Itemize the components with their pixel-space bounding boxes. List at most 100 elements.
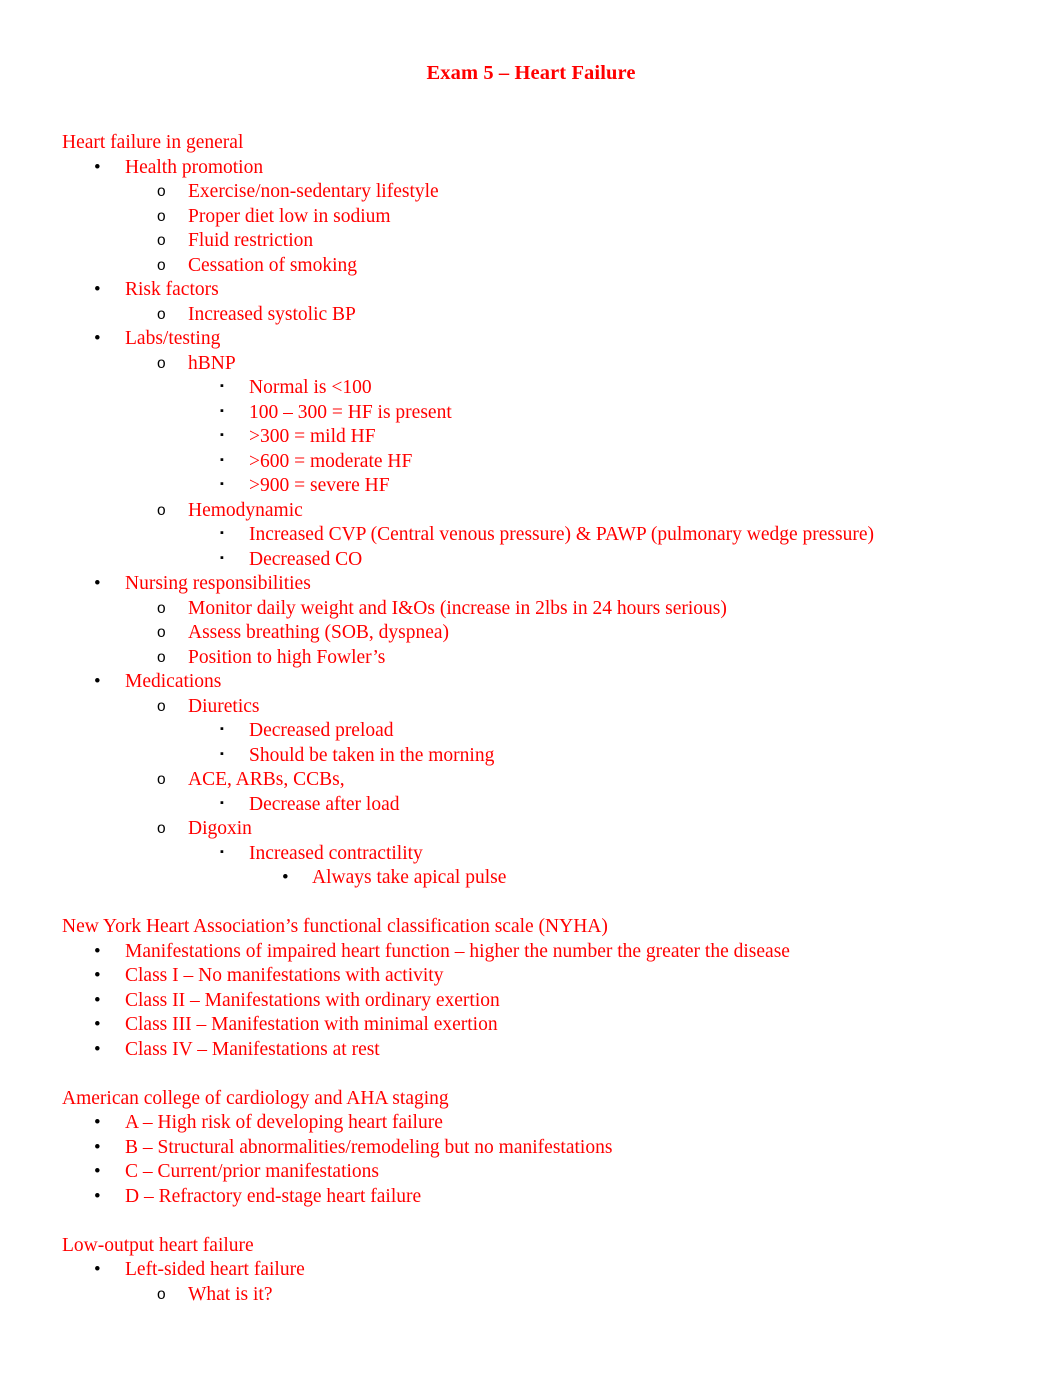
list-bullet-icon: o [157,771,166,788]
list-item-label: C – Current/prior manifestations [125,1161,379,1182]
list-item: o Fluid restriction [0,229,1062,254]
list-bullet-icon: o [157,501,166,519]
list-item: o Digoxin [0,817,1062,842]
list-item: • Health promotion [0,156,1062,181]
list-item: o hBNP [0,352,1062,377]
list-item-label: A – High risk of developing heart failur… [125,1112,443,1133]
list-bullet-icon: o [157,183,166,200]
list-item: o Increased systolic BP [0,303,1062,328]
list-item-label: hBNP [188,352,236,374]
list-item: ▪ Decreased CO [0,548,1062,573]
list-item-label: Medications [125,671,222,692]
list-bullet-icon: • [94,1038,101,1060]
list-item-label: Hemodynamic [188,499,303,521]
list-item-label: B – Structural abnormalities/remodeling … [125,1136,613,1158]
list-bullet-icon: ▪ [220,453,224,466]
list-item: • A – High risk of developing heart failu… [0,1111,1062,1136]
list-bullet-icon: ▪ [220,478,224,490]
list-item: ▪ 100 – 300 = HF is present [0,401,1062,426]
list-item: o Position to high Fowler’s [0,646,1062,671]
list-bullet-icon: • [94,1161,101,1182]
section-heading: New York Heart Association’s functional … [62,916,608,937]
list-bullet-icon: o [157,624,166,641]
list-item-label: Proper diet low in sodium [188,205,391,227]
list-bullet-icon: • [94,573,101,594]
list-item-label: Position to high Fowler’s [188,646,386,668]
list-item-label: Decrease after load [249,793,400,815]
list-bullet-icon: • [94,989,101,1011]
document-page: Exam 5 – Heart Failure Heart failure in … [0,0,1062,1377]
list-item: • Left-sided heart failure [0,1258,1062,1283]
list-item-label: Health promotion [125,156,264,178]
document-body: Heart failure in general • Health promotio… [0,131,1062,1307]
list-item: ▪ Decrease after load [0,793,1062,818]
list-item: ▪ >300 = mild HF [0,425,1062,450]
list-item-label: Increased contractility [249,842,423,864]
list-item: ▪ Increased contractility [0,842,1062,867]
list-item-label: Diuretics [188,695,260,717]
list-bullet-icon: o [157,207,166,225]
list-bullet-icon: • [94,1136,101,1158]
list-item-label: Assess breathing (SOB, dyspnea) [188,622,450,643]
list-item-label: >600 = moderate HF [249,450,413,472]
section-heading: Heart failure in general [62,132,244,153]
list-item: o Exercise/non-sedentary lifestyle [0,180,1062,205]
list-item-label: ACE, ARBs, CCBs, [188,769,345,790]
list-bullet-icon: o [157,305,166,323]
list-item-label: Should be taken in the morning [249,744,495,766]
list-item-label: Always take apical pulse [312,867,507,888]
list-item-label: Manifestations of impaired heart functio… [125,940,790,962]
list-item: • Medications [0,670,1062,695]
list-item: o ACE, ARBs, CCBs, [0,768,1062,793]
list-item-label: Decreased preload [249,720,394,741]
section-heading: American college of cardiology and AHA s… [62,1087,449,1109]
list-bullet-icon: ▪ [220,527,224,539]
list-item: • Risk factors [0,278,1062,303]
page-title: Exam 5 – Heart Failure [426,62,636,84]
list-item: o Monitor daily weight and I&Os (increase… [0,597,1062,622]
list-bullet-icon: o [157,256,166,274]
list-bullet-icon: o [157,820,166,837]
list-item-label: Risk factors [125,279,219,300]
list-item: o Diuretics [0,695,1062,720]
list-item-label: Increased systolic BP [188,303,356,325]
list-item-label: Class I – No manifestations with activit… [125,965,444,986]
list-item: ▪ >900 = severe HF [0,474,1062,499]
list-item: o Hemodynamic [0,499,1062,524]
list-item: • Nursing responsibilities [0,572,1062,597]
list-item: o Proper diet low in sodium [0,205,1062,230]
list-bullet-icon: o [157,599,166,617]
list-bullet-icon: • [94,940,101,962]
list-item: o Assess breathing (SOB, dyspnea) [0,621,1062,646]
list-item: ▪ Increased CVP (Central venous pressure)… [0,523,1062,548]
list-item: o What is it? [0,1283,1062,1308]
list-item-label: Increased CVP (Central venous pressure) … [249,524,874,545]
list-item-label: >900 = severe HF [249,475,390,496]
list-item: ▪ Normal is <100 [0,376,1062,401]
list-item: • B – Structural abnormalities/remodeling… [0,1136,1062,1161]
list-item-label: Exercise/non-sedentary lifestyle [188,181,439,202]
list-item-label: Fluid restriction [188,230,314,251]
list-bullet-icon: ▪ [220,429,224,441]
list-bullet-icon: ▪ [220,551,224,564]
list-item: ▪ Should be taken in the morning [0,744,1062,769]
section-heading: Low-output heart failure [62,1234,254,1256]
list-bullet-icon: • [94,328,101,349]
list-bullet-icon: o [157,697,166,715]
list-bullet-icon: • [94,156,101,178]
list-bullet-icon: • [94,1014,101,1035]
list-bullet-icon: ▪ [220,380,224,392]
list-item-label: Class IV – Manifestations at rest [125,1038,380,1060]
list-item-label: >300 = mild HF [249,426,376,447]
list-bullet-icon: • [94,1112,101,1133]
list-bullet-icon: ▪ [220,723,224,735]
list-bullet-icon: o [157,354,166,372]
list-bullet-icon: o [157,1285,166,1303]
list-item: ▪ Decreased preload [0,719,1062,744]
list-item-label: Nursing responsibilities [125,573,311,594]
list-item-label: Left-sided heart failure [125,1259,305,1280]
list-item-label: Class II – Manifestations with ordinary … [125,989,500,1011]
list-item: • Class I – No manifestations with activi… [0,964,1062,989]
